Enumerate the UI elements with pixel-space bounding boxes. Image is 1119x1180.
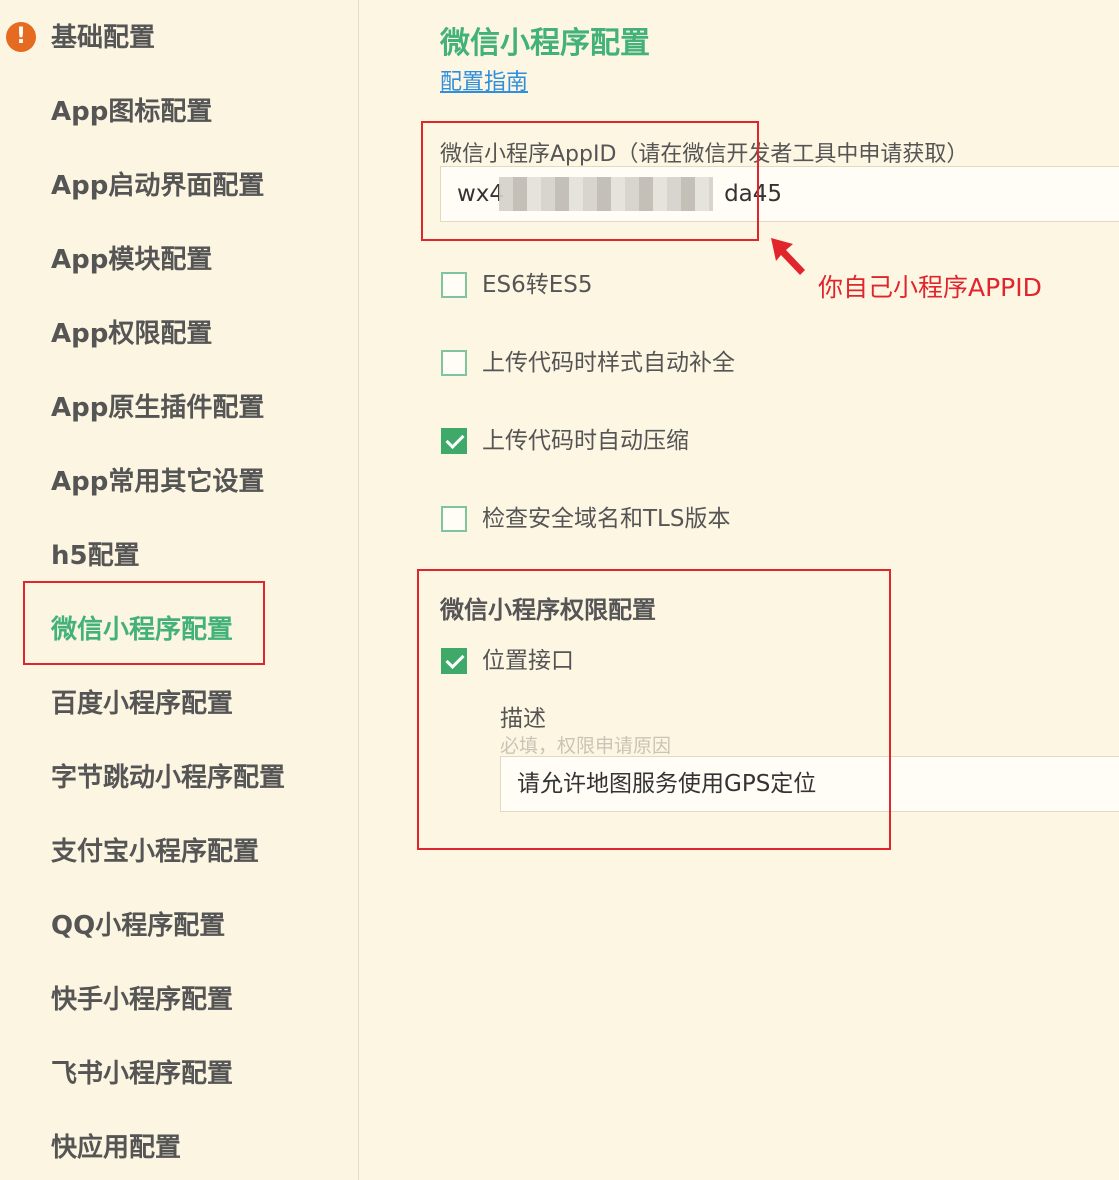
annotation-arrow-icon — [771, 238, 805, 275]
sidebar-item-app-permissions[interactable]: App权限配置 — [51, 314, 212, 354]
checkbox-label: 检查安全域名和TLS版本 — [482, 506, 731, 532]
sidebar-item-app-splash[interactable]: App启动界面配置 — [51, 166, 264, 206]
sidebar-item-h5[interactable]: h5配置 — [51, 536, 140, 576]
highlight-box-appid — [421, 121, 759, 241]
sidebar-item-app-native-plugins[interactable]: App原生插件配置 — [51, 388, 264, 428]
sidebar-item-app-other[interactable]: App常用其它设置 — [51, 462, 264, 502]
sidebar-item-app-modules[interactable]: App模块配置 — [51, 240, 212, 280]
checkbox-box[interactable] — [441, 350, 467, 376]
highlight-box-permissions — [417, 569, 891, 850]
main-content: 微信小程序配置 配置指南 微信小程序AppID（请在微信开发者工具中申请获取） … — [359, 0, 1119, 1180]
checkbox-label: ES6转ES5 — [482, 272, 593, 298]
sidebar: ! 基础配置 App图标配置 App启动界面配置 App模块配置 App权限配置… — [0, 0, 359, 1180]
config-guide-link[interactable]: 配置指南 — [440, 64, 528, 96]
checkbox-box-checked[interactable] — [441, 428, 467, 454]
sidebar-item-baidu[interactable]: 百度小程序配置 — [51, 684, 233, 724]
sidebar-item-alipay[interactable]: 支付宝小程序配置 — [51, 832, 259, 872]
sidebar-item-qq[interactable]: QQ小程序配置 — [51, 906, 225, 946]
highlight-box-active-nav — [23, 581, 265, 665]
sidebar-item-kuaishou[interactable]: 快手小程序配置 — [51, 980, 233, 1020]
sidebar-item-bytedance[interactable]: 字节跳动小程序配置 — [51, 758, 285, 798]
checkbox-label: 上传代码时样式自动补全 — [482, 350, 735, 376]
checkbox-box[interactable] — [441, 272, 467, 298]
page-title: 微信小程序配置 — [440, 26, 650, 61]
checkbox-box[interactable] — [441, 506, 467, 532]
checkbox-label: 上传代码时自动压缩 — [482, 428, 689, 454]
sidebar-item-quickapp[interactable]: 快应用配置 — [51, 1128, 181, 1168]
annotation-text: 你自己小程序APPID — [818, 273, 1042, 302]
sidebar-item-app-icon[interactable]: App图标配置 — [51, 92, 212, 132]
sidebar-item-feishu[interactable]: 飞书小程序配置 — [51, 1054, 233, 1094]
sidebar-item-basic[interactable]: 基础配置 — [51, 18, 155, 58]
warning-icon: ! — [6, 22, 36, 52]
